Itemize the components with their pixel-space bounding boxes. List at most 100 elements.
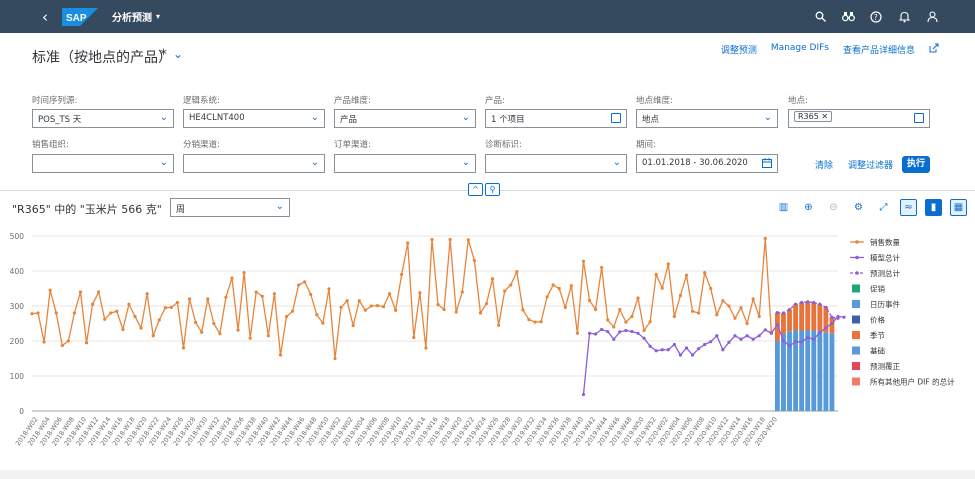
legend-swatch: [852, 300, 860, 308]
bar-baseline: [811, 330, 817, 411]
collapse-header-icon[interactable]: ^: [468, 183, 483, 196]
sales-point: [357, 299, 361, 303]
product-dimension-select[interactable]: 产品 ⌄: [334, 109, 476, 128]
chevron-down-icon[interactable]: ▾: [156, 12, 160, 21]
sales-point: [672, 314, 676, 319]
model-point: [769, 331, 773, 335]
model-point: [587, 331, 592, 335]
shell-bar: ‹ SAP 分析预测 ▾ ?: [0, 0, 975, 33]
sales-point: [206, 297, 210, 301]
model-point: [781, 339, 786, 343]
product-details-link[interactable]: 查看产品详细信息: [843, 43, 915, 56]
period-date-range[interactable]: 01.01.2018 - 30.06.2020: [636, 154, 778, 173]
share-icon[interactable]: [929, 43, 939, 56]
location-dimension-select[interactable]: 地点 ⌄: [636, 109, 778, 128]
legend-label: 预测总计: [870, 268, 900, 278]
sales-point: [733, 316, 737, 320]
sales-point: [763, 236, 767, 241]
variant-chevron-down-icon[interactable]: ⌄: [173, 47, 183, 61]
value-help-icon[interactable]: [914, 113, 924, 123]
sales-point: [139, 326, 143, 330]
user-icon[interactable]: [925, 10, 939, 24]
product-value: 1 个项目: [491, 115, 525, 125]
sales-point: [424, 346, 428, 350]
sales-point: [630, 314, 634, 319]
bar-baseline: [805, 330, 811, 411]
sap-logo[interactable]: SAP: [62, 7, 98, 26]
bar-season: [793, 304, 799, 331]
legend-swatch: [852, 377, 860, 386]
series-source-select[interactable]: POS_TS 天 ⌄: [32, 109, 174, 128]
adjust-forecast-link[interactable]: 调整预测: [721, 43, 757, 56]
fullscreen-icon[interactable]: ⤢: [875, 199, 892, 216]
sales-org-select[interactable]: ⌄: [32, 154, 174, 173]
period-label: 期间:: [636, 140, 656, 150]
zoom-out-icon[interactable]: ⊖: [825, 199, 842, 216]
clear-button[interactable]: 清除: [815, 158, 833, 171]
model-point: [842, 315, 846, 319]
settings-icon[interactable]: ⚙: [850, 199, 867, 216]
location-field[interactable]: R365 ✕: [788, 109, 930, 128]
back-icon[interactable]: ‹: [36, 8, 54, 26]
table-view-icon[interactable]: ▦: [950, 199, 967, 216]
search-icon[interactable]: [813, 10, 827, 24]
sales-point: [54, 311, 58, 315]
diagnosis-select[interactable]: ⌄: [485, 154, 627, 173]
chevron-down-icon: ⌄: [310, 157, 319, 168]
series-source-value: POS_TS 天: [38, 115, 82, 125]
chart-title: "R365" 中的 "玉米片 566 克": [12, 203, 162, 216]
sales-point: [78, 290, 83, 294]
sales-point: [375, 304, 380, 308]
forecast-chart[interactable]: 01002003004005002018-W022018-W042018-W06…: [0, 224, 975, 468]
product-field[interactable]: 1 个项目: [485, 109, 627, 128]
model-point: [727, 340, 731, 344]
sales-point: [721, 299, 725, 303]
manage-difs-link[interactable]: Manage DIFs: [771, 43, 829, 56]
value-help-icon[interactable]: [611, 113, 621, 123]
page-title: 标准（按地点的产品）: [32, 50, 172, 66]
adapt-filters-button[interactable]: 调整过滤器: [848, 158, 893, 171]
sales-point: [654, 272, 658, 277]
location-token[interactable]: R365 ✕: [794, 111, 833, 122]
token-remove-icon[interactable]: ✕: [821, 112, 828, 121]
go-button[interactable]: 执行: [902, 156, 930, 173]
logical-system-select[interactable]: HE4CLNT400 ⌄: [183, 109, 325, 128]
legend-toggle-icon[interactable]: ▥: [775, 199, 792, 216]
sales-point: [400, 272, 404, 277]
model-point: [630, 329, 634, 334]
sales-point: [509, 283, 513, 287]
granularity-select[interactable]: 周 ⌄: [170, 198, 290, 217]
binoculars-icon[interactable]: [841, 10, 855, 24]
distribution-channel-select[interactable]: ⌄: [183, 154, 325, 173]
bar-chart-icon[interactable]: ▮: [925, 199, 942, 216]
calendar-icon[interactable]: [762, 158, 772, 171]
line-chart-icon[interactable]: ≈: [900, 199, 917, 216]
chart-toolbar: "R365" 中的 "玉米片 566 克" 周 ⌄ ▥ ⊕ ⊖ ⚙ ⤢ ≈ ▮ …: [0, 197, 975, 221]
model-point: [672, 342, 676, 347]
model-point: [636, 331, 640, 335]
sales-point: [230, 276, 234, 280]
location-label: 地点:: [788, 96, 808, 106]
sales-point: [272, 292, 277, 296]
forecast-point: [812, 300, 816, 305]
sales-point: [472, 258, 476, 263]
location-token-text: R365: [798, 112, 819, 121]
forecast-point: [824, 305, 828, 309]
sales-point: [648, 320, 652, 324]
sales-point: [618, 307, 622, 312]
order-channel-select[interactable]: ⌄: [334, 154, 476, 173]
header-links: 调整预测 Manage DIFs 查看产品详细信息: [721, 43, 939, 56]
sales-point: [563, 305, 567, 309]
sales-point: [115, 309, 119, 313]
svg-text:?: ?: [874, 12, 878, 21]
app-title[interactable]: 分析预测: [112, 9, 152, 24]
pin-header-icon[interactable]: ⚲: [485, 183, 500, 196]
chevron-down-icon: ⌄: [159, 112, 168, 123]
chevron-down-icon: ⌄: [159, 157, 168, 168]
notification-icon[interactable]: [897, 10, 911, 24]
order-channel-label: 订单渠道:: [334, 140, 371, 150]
help-icon[interactable]: ?: [869, 10, 883, 24]
zoom-in-icon[interactable]: ⊕: [800, 199, 817, 216]
sales-point: [406, 241, 410, 245]
sales-point: [545, 295, 549, 299]
